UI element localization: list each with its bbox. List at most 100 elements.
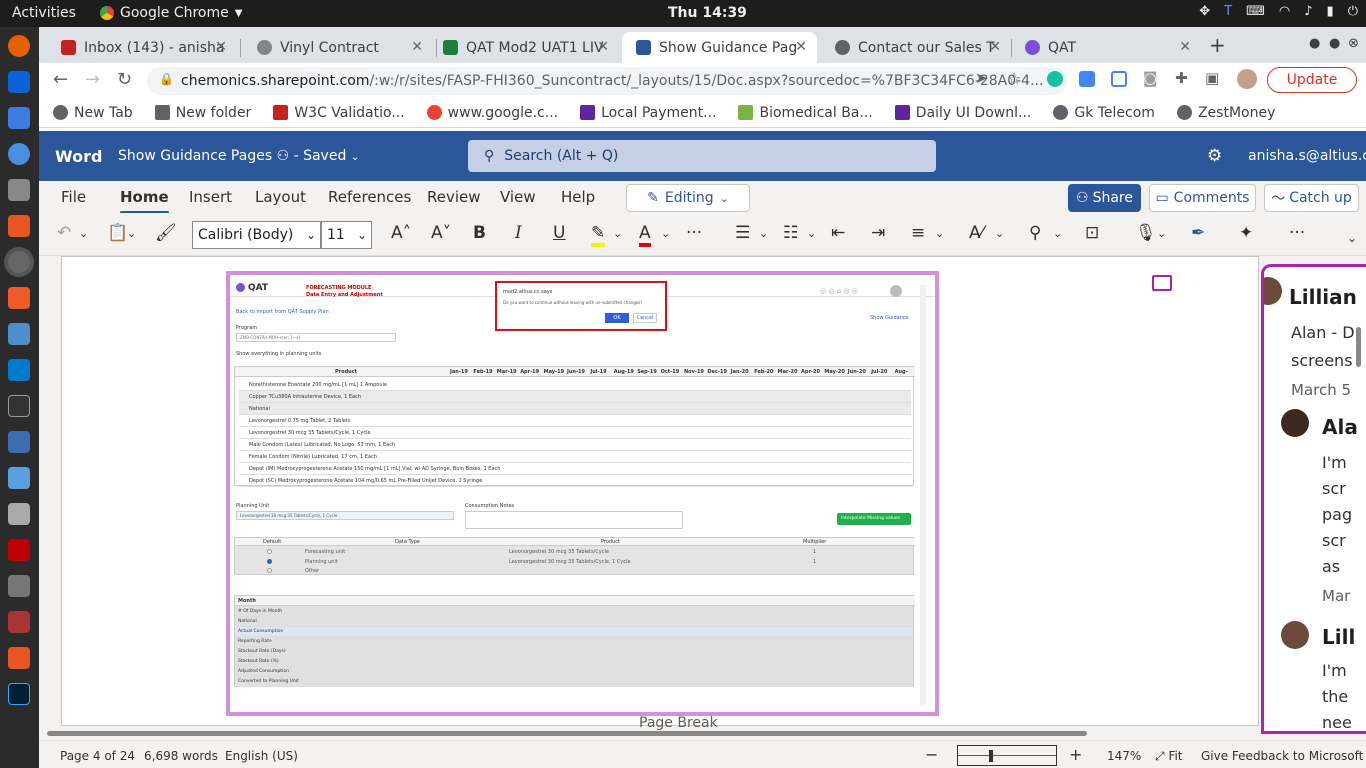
tab-layout[interactable]: Layout bbox=[255, 188, 306, 206]
designer-icon[interactable]: ✦ bbox=[1239, 223, 1253, 243]
comments-pane[interactable]: Lillian Alan - D screens March 5 Ala I'm… bbox=[1261, 264, 1366, 734]
align-icon[interactable]: ≡ bbox=[911, 223, 925, 243]
close-icon[interactable]: ✕ bbox=[989, 39, 1001, 55]
font-color-icon[interactable]: A bbox=[639, 223, 651, 247]
trash-icon[interactable] bbox=[8, 575, 30, 597]
bookmark-zestmoney[interactable]: ZestMoney bbox=[1176, 105, 1275, 121]
bookmark-biomedical[interactable]: Biomedical Ba... bbox=[738, 105, 873, 121]
font-name-select[interactable]: Calibri (Body) ⌄ bbox=[192, 221, 321, 249]
radio-other[interactable] bbox=[267, 568, 272, 573]
bold-icon[interactable]: B bbox=[473, 223, 486, 243]
tab-help[interactable]: Help bbox=[561, 188, 595, 206]
document-page[interactable]: QAT FORECASTING MODULE Data Entry and Ad… bbox=[61, 256, 1259, 731]
table-row[interactable]: # Of Days in Month bbox=[235, 607, 913, 617]
app-menu[interactable]: Google Chrome ▼ bbox=[100, 5, 242, 21]
tab-file[interactable]: File bbox=[61, 188, 86, 206]
bookmark-new-folder[interactable]: New folder bbox=[154, 105, 251, 121]
table-row[interactable]: Depot (IM) Medroxyprogesterone Acetate 1… bbox=[239, 463, 911, 475]
table-row[interactable]: Levonorgestrel 0.75 mg Tablet, 2 Tablets bbox=[239, 415, 911, 427]
comments-scrollbar[interactable] bbox=[1356, 327, 1361, 367]
table-row[interactable]: Male Condom (Latex) Lubricated, No Logo,… bbox=[239, 439, 911, 451]
close-window-icon[interactable]: ⊗ bbox=[1348, 36, 1359, 51]
puzzle-ext-icon[interactable]: ✚ bbox=[1175, 69, 1188, 87]
document-canvas[interactable]: QAT FORECASTING MODULE Data Entry and Ad… bbox=[39, 256, 1366, 740]
interpolate-button[interactable]: Interpolate Missing values bbox=[837, 513, 911, 525]
back-icon[interactable]: ← bbox=[53, 69, 68, 90]
editor-icon[interactable]: ✒ bbox=[1191, 223, 1205, 243]
tab-qat[interactable]: QAT ✕ bbox=[1011, 32, 1201, 63]
bookmark-daily-ui[interactable]: Daily UI Downl... bbox=[894, 105, 1031, 121]
table-row[interactable]: Stockout Rate (Days) bbox=[235, 647, 913, 657]
word-count[interactable]: 6,698 words bbox=[144, 749, 218, 763]
vscode-icon[interactable] bbox=[8, 359, 30, 381]
url-input[interactable]: 🔒 chemonics.sharepoint.com/:w:/r/sites/F… bbox=[147, 67, 1067, 95]
find-icon[interactable]: ⚲ bbox=[1029, 223, 1041, 243]
account-name[interactable]: anisha.s@altius.cc bbox=[1248, 148, 1366, 164]
comments-button[interactable]: ▭ Comments bbox=[1149, 184, 1256, 212]
format-painter-icon[interactable]: 🖌 bbox=[155, 223, 177, 243]
feedback-link[interactable]: Give Feedback to Microsoft bbox=[1201, 749, 1363, 763]
table-row[interactable]: Levonorgestrel 30 mcg 35 Tablets/Cycle, … bbox=[239, 427, 911, 439]
table-row[interactable]: Depot (SC) Medroxyprogesterone Acetate 1… bbox=[239, 475, 911, 487]
chevron-down-icon[interactable]: ⌄ bbox=[661, 227, 670, 240]
chevron-down-icon[interactable]: ⌄ bbox=[127, 227, 136, 240]
clipboard-icon[interactable]: 📋 bbox=[107, 223, 128, 243]
close-icon[interactable]: ✕ bbox=[411, 39, 423, 55]
tab-home[interactable]: Home bbox=[120, 188, 169, 214]
table-row[interactable]: Norethisterone Enantate 200 mg/mL [1 mL]… bbox=[239, 379, 911, 391]
zoom-in-icon[interactable]: + bbox=[1069, 745, 1082, 764]
font-size-select[interactable]: 11 ⌄ bbox=[321, 221, 372, 249]
dbeaver-icon[interactable] bbox=[8, 323, 30, 345]
dialog-ok-button[interactable]: OK bbox=[605, 313, 629, 323]
maximize-icon[interactable]: ● bbox=[1329, 36, 1340, 51]
tab-view[interactable]: View bbox=[500, 188, 536, 206]
radio-forecasting[interactable] bbox=[267, 549, 272, 554]
dictate-icon[interactable]: 🎙 bbox=[1135, 223, 1157, 243]
decrease-indent-icon[interactable]: ⇤ bbox=[831, 223, 845, 243]
recorder-icon[interactable] bbox=[8, 611, 30, 633]
table-row[interactable]: Female Condom (Nitrile) Lubricated, 17 c… bbox=[239, 451, 911, 463]
program-select[interactable]: ZMB-CONTRA-MOH-scen 1~v1 bbox=[236, 333, 396, 342]
chevron-down-icon[interactable]: ⌄ bbox=[79, 227, 88, 240]
tab-vinyl-contract[interactable]: Vinyl Contract ✕ bbox=[243, 32, 433, 63]
back-link[interactable]: Back to Import from QAT Supply Plan bbox=[236, 309, 329, 315]
zoom-level[interactable]: 147% bbox=[1107, 749, 1141, 763]
tab-review[interactable]: Review bbox=[427, 188, 481, 206]
chevron-down-icon[interactable]: ⌄ bbox=[995, 227, 1004, 240]
tab-qat-mod2[interactable]: QAT Mod2 UAT1 LIV ✕ bbox=[429, 32, 619, 63]
chevron-down-icon[interactable]: ⌄ bbox=[1053, 227, 1062, 240]
grow-font-icon[interactable]: A˄ bbox=[391, 223, 411, 243]
terminal-icon[interactable] bbox=[8, 395, 30, 417]
close-icon[interactable]: ✕ bbox=[215, 39, 227, 55]
photoshop-icon[interactable] bbox=[8, 683, 30, 705]
sidepanel-icon[interactable]: ▣ bbox=[1205, 69, 1219, 87]
chevron-down-icon[interactable]: ⌄ bbox=[935, 227, 944, 240]
undo-icon[interactable]: ↶ bbox=[57, 223, 71, 243]
more-options-icon[interactable]: ··· bbox=[1289, 223, 1305, 243]
gear-icon[interactable]: ⚙ bbox=[1207, 146, 1222, 166]
zoom-slider[interactable] bbox=[957, 745, 1057, 766]
dialog-cancel-button[interactable]: Cancel bbox=[633, 313, 657, 323]
expand-ribbon-icon[interactable]: ⌄ bbox=[1347, 231, 1357, 245]
doc-title[interactable]: Show Guidance Pages ⚇ - Saved ⌄ bbox=[118, 148, 359, 164]
underline-icon[interactable]: U bbox=[553, 223, 565, 243]
numbering-icon[interactable]: ☷ bbox=[783, 223, 798, 243]
shrink-font-icon[interactable]: A˅ bbox=[431, 223, 451, 243]
table-row[interactable]: Stockout Rate (%) bbox=[235, 657, 913, 667]
editing-button[interactable]: ✎ Editing ⌄ bbox=[626, 184, 750, 212]
chevron-down-icon[interactable]: ⌄ bbox=[807, 227, 816, 240]
search-input[interactable]: ⚲ Search (Alt + Q) bbox=[468, 140, 936, 172]
close-icon[interactable]: ✕ bbox=[795, 39, 807, 55]
new-tab-icon[interactable]: + bbox=[1209, 33, 1226, 57]
table-row[interactable]: National bbox=[235, 617, 913, 627]
outlook-icon[interactable] bbox=[8, 71, 30, 93]
files-icon[interactable] bbox=[8, 179, 30, 201]
planning-unit-select[interactable]: Levonorgestrel 30 mcg 35 Tablets/Cycle, … bbox=[236, 511, 454, 520]
update-button[interactable]: Update bbox=[1267, 67, 1357, 93]
comment-marker-icon[interactable] bbox=[1152, 275, 1172, 291]
software-icon[interactable] bbox=[8, 215, 30, 237]
italic-icon[interactable]: I bbox=[515, 223, 522, 243]
bookmark-google[interactable]: www.google.c... bbox=[426, 105, 558, 121]
styles-icon[interactable]: A⁄ bbox=[969, 223, 983, 243]
system-tray[interactable]: ✥ T ⌨ ◠ ♪ ▮ ⏻ bbox=[1199, 4, 1358, 19]
